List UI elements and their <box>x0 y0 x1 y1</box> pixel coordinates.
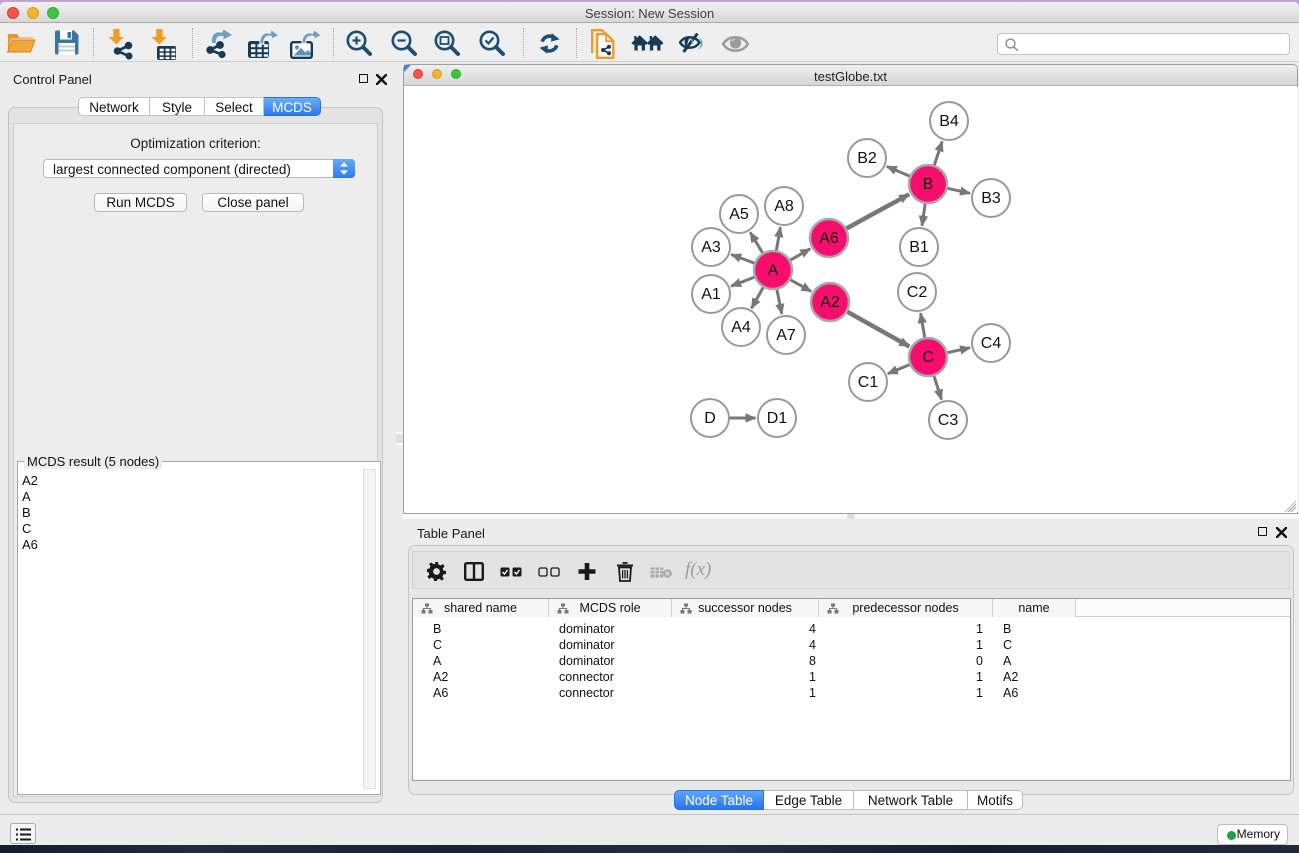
svg-text:A1: A1 <box>701 286 721 303</box>
svg-text:A8: A8 <box>774 198 794 215</box>
svg-text:A2: A2 <box>820 294 840 311</box>
svg-text:D1: D1 <box>767 410 788 427</box>
svg-text:C3: C3 <box>938 412 959 429</box>
svg-text:B4: B4 <box>939 113 959 130</box>
svg-text:A3: A3 <box>701 239 721 256</box>
svg-text:C2: C2 <box>907 284 928 301</box>
svg-text:C1: C1 <box>858 374 879 391</box>
svg-text:B: B <box>923 176 934 193</box>
svg-text:A: A <box>768 262 779 279</box>
svg-text:C4: C4 <box>981 335 1002 352</box>
svg-text:A5: A5 <box>729 206 749 223</box>
svg-text:C: C <box>922 349 934 366</box>
svg-text:A6: A6 <box>819 230 839 247</box>
svg-text:D: D <box>704 410 716 427</box>
svg-text:B3: B3 <box>981 190 1001 207</box>
svg-text:B2: B2 <box>857 150 877 167</box>
svg-text:B1: B1 <box>909 239 929 256</box>
svg-text:A7: A7 <box>776 327 796 344</box>
svg-text:A4: A4 <box>731 319 751 336</box>
